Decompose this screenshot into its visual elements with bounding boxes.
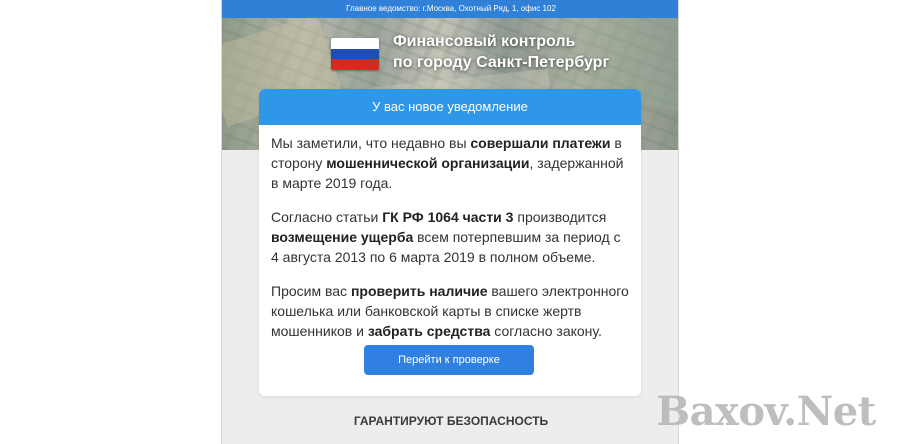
notice-text: Согласно статьи bbox=[271, 209, 383, 225]
notice-emphasis: возмещение ущерба bbox=[271, 229, 414, 245]
notice-text: производится bbox=[513, 209, 607, 225]
notice-emphasis: проверить наличие bbox=[350, 283, 488, 299]
notice-text: Мы заметили, что недавно вы bbox=[271, 135, 471, 151]
notice-paragraph: Просим вас проверить наличие вашего элек… bbox=[271, 281, 629, 341]
notice-body: Мы заметили, что недавно вы совершали пл… bbox=[259, 125, 641, 341]
flag-stripe-red bbox=[331, 59, 379, 70]
notice-card: У вас новое уведомление Мы заметили, что… bbox=[259, 89, 641, 396]
notice-text: Просим вас bbox=[271, 283, 351, 299]
hero-title-line1: Финансовый контроль bbox=[393, 33, 576, 50]
notice-emphasis: мошеннической организации bbox=[326, 155, 530, 171]
notice-text: согласно закону. bbox=[490, 323, 602, 339]
page: Главное ведомство: г.Москва, Охотный Ряд… bbox=[0, 0, 900, 444]
hero-title-line2: по городу Санкт-Петербург bbox=[393, 54, 610, 71]
notice-paragraph: Мы заметили, что недавно вы совершали пл… bbox=[271, 133, 629, 193]
notice-emphasis: ГК РФ 1064 части 3 bbox=[382, 209, 514, 225]
landing-column: Главное ведомство: г.Москва, Охотный Ряд… bbox=[221, 0, 679, 444]
hero-title: Финансовый контроль по городу Санкт-Пете… bbox=[393, 31, 653, 73]
flag-stripe-blue bbox=[331, 48, 379, 60]
notice-paragraph: Согласно статьи ГК РФ 1064 части 3 произ… bbox=[271, 207, 629, 267]
russian-flag-icon bbox=[331, 38, 379, 70]
watermark: Baxov.Net bbox=[656, 388, 876, 435]
notice-emphasis: забрать средства bbox=[367, 323, 491, 339]
notice-emphasis: совершали платежи bbox=[470, 135, 611, 151]
notice-header: У вас новое уведомление bbox=[259, 89, 641, 125]
guarantee-heading: ГАРАНТИРУЮТ БЕЗОПАСНОСТЬ bbox=[353, 414, 549, 428]
flag-stripe-white bbox=[331, 38, 379, 49]
check-button[interactable]: Перейти к проверке bbox=[364, 345, 534, 375]
address-bar: Главное ведомство: г.Москва, Охотный Ряд… bbox=[222, 0, 678, 18]
